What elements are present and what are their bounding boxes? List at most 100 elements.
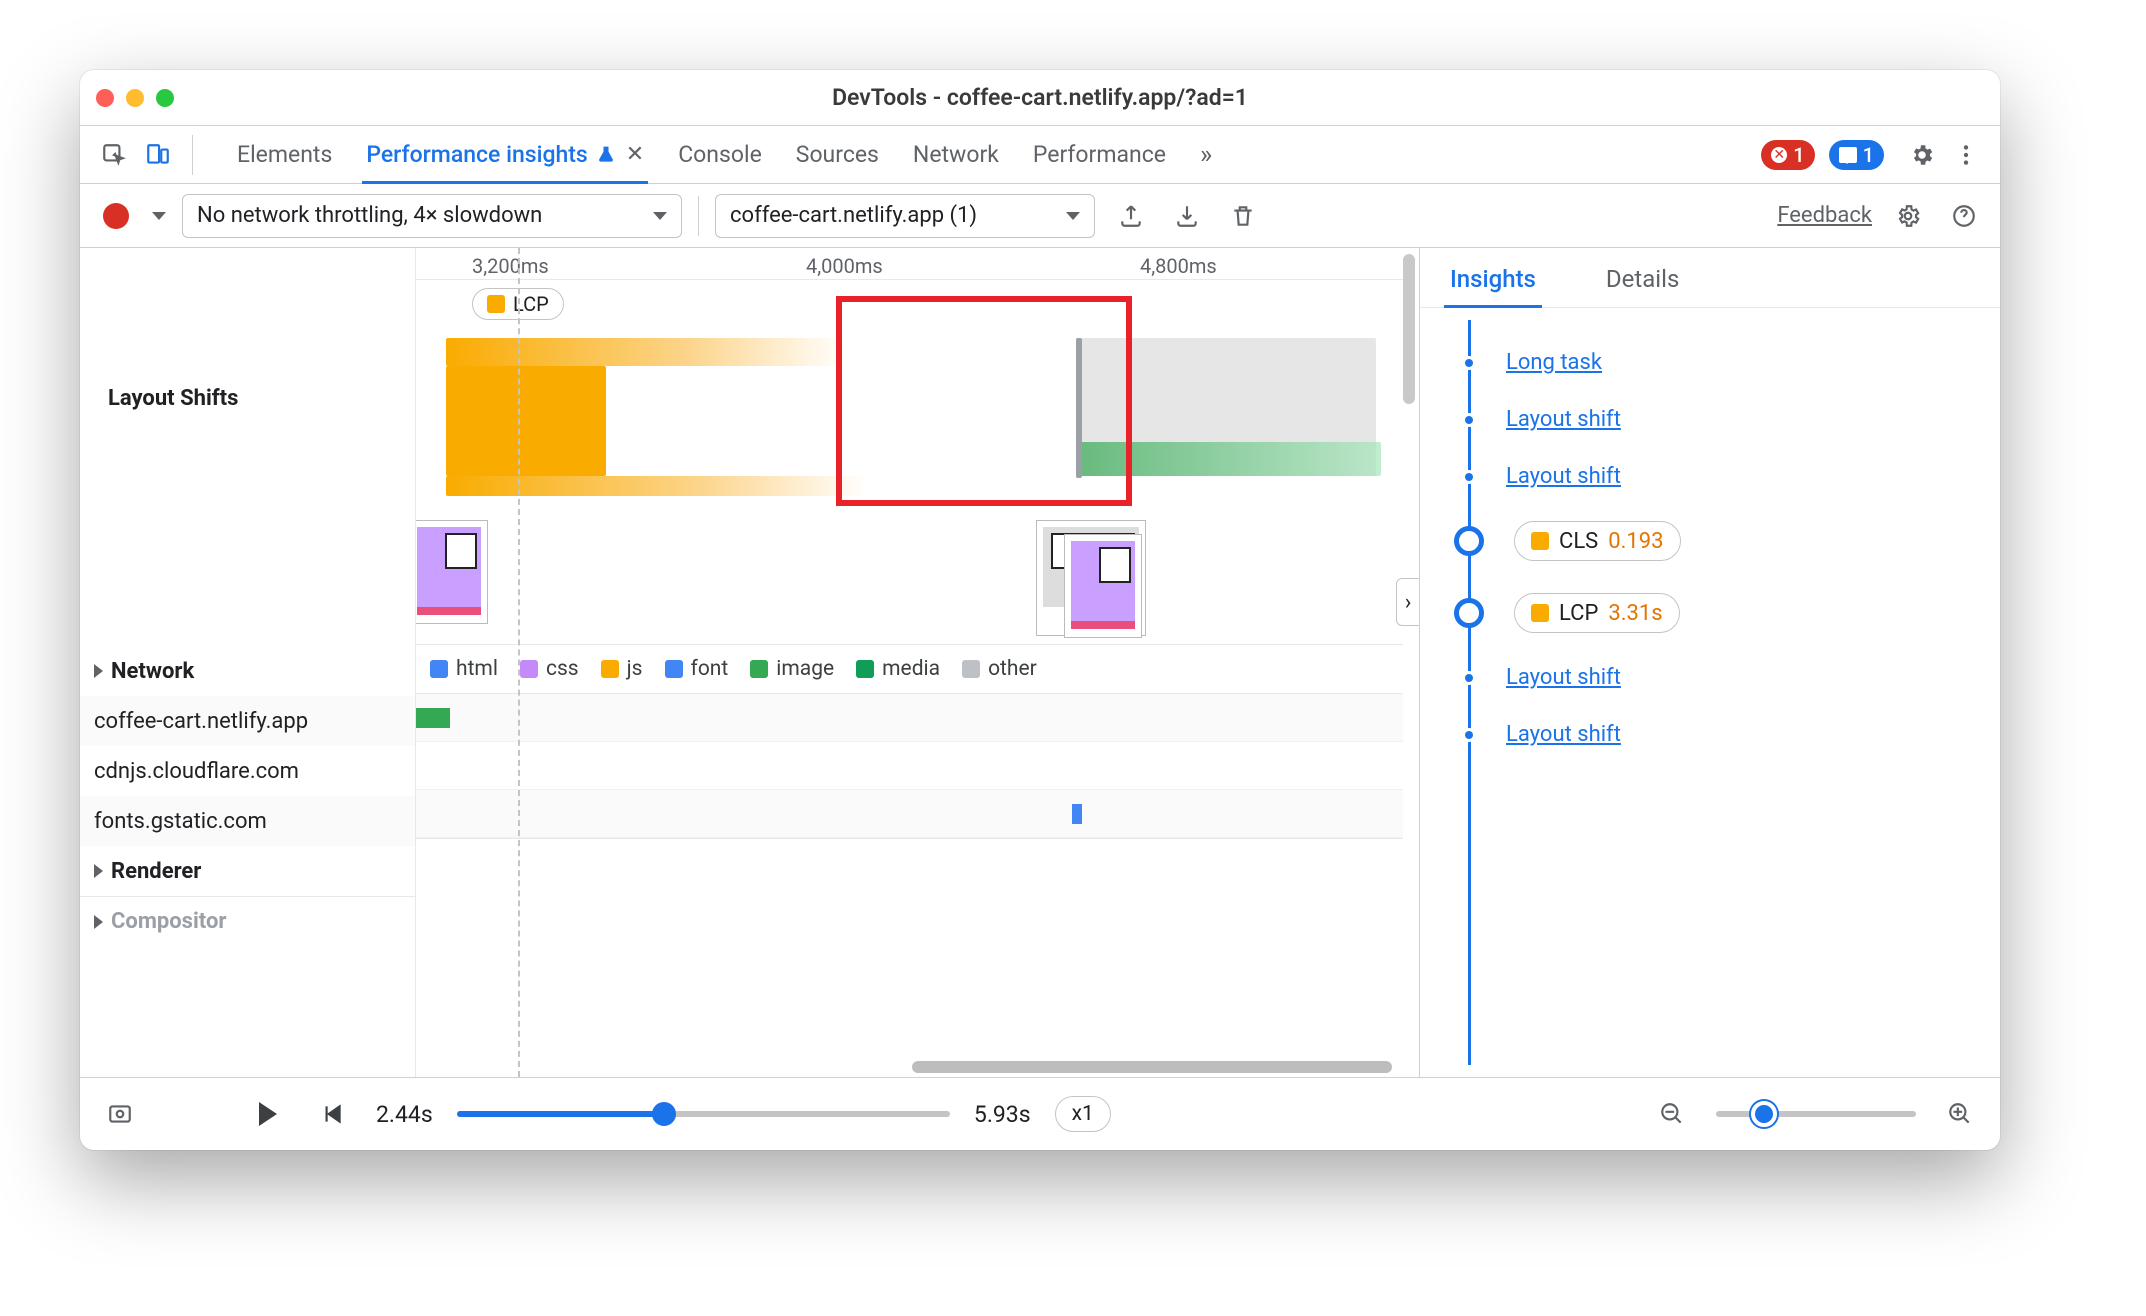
- zoom-out-icon[interactable]: [1652, 1094, 1692, 1134]
- panel-settings-icon[interactable]: [1888, 196, 1928, 236]
- screenshot-thumbnail[interactable]: [1064, 534, 1142, 638]
- inspect-element-icon[interactable]: [94, 135, 134, 175]
- horizontal-scrollbar[interactable]: [752, 1057, 1387, 1077]
- swatch-icon: [520, 660, 538, 678]
- expand-icon: [94, 664, 103, 678]
- delete-icon[interactable]: [1223, 196, 1263, 236]
- network-row[interactable]: [416, 790, 1403, 838]
- highlight-box: [836, 296, 1132, 506]
- lcp-chip[interactable]: LCP 3.31s: [1514, 593, 1680, 633]
- swatch-icon: [962, 660, 980, 678]
- swatch-icon: [750, 660, 768, 678]
- play-icon: [259, 1102, 277, 1126]
- play-button[interactable]: [248, 1094, 288, 1134]
- speed-value: x1: [1072, 1102, 1094, 1126]
- help-icon[interactable]: [1944, 196, 1984, 236]
- tab-insights[interactable]: Insights: [1450, 265, 1536, 307]
- more-tabs-icon[interactable]: »: [1200, 140, 1212, 170]
- zoom-thumb[interactable]: [1751, 1101, 1777, 1127]
- throttling-value: No network throttling, 4× slowdown: [197, 203, 542, 228]
- insight-layout-shift[interactable]: Layout shift: [1506, 464, 1621, 489]
- message-badge[interactable]: 1: [1829, 140, 1884, 170]
- recording-value: coffee-cart.netlify.app (1): [730, 203, 977, 228]
- zoom-in-icon[interactable]: [1940, 1094, 1980, 1134]
- panel-tabs-row: Elements Performance insights ✕ Console …: [80, 126, 2000, 184]
- vertical-scrollbar[interactable]: [1403, 254, 1415, 404]
- throttling-select[interactable]: No network throttling, 4× slowdown: [182, 194, 682, 238]
- cls-chip[interactable]: CLS 0.193: [1514, 521, 1681, 561]
- sidepanel-toggle[interactable]: ›: [1396, 578, 1419, 626]
- track-label-column: Layout Shifts Network coffee-cart.netlif…: [80, 248, 416, 1077]
- network-host-2[interactable]: fonts.gstatic.com: [80, 796, 415, 846]
- import-icon[interactable]: [1167, 196, 1207, 236]
- ruler-tick: 4,000ms: [806, 254, 883, 278]
- chevron-down-icon: [653, 212, 667, 220]
- request-bar[interactable]: [410, 708, 450, 728]
- insight-layout-shift[interactable]: Layout shift: [1506, 665, 1621, 690]
- swatch-icon: [665, 660, 683, 678]
- network-host-1[interactable]: cdnjs.cloudflare.com: [80, 746, 415, 796]
- slider-thumb[interactable]: [652, 1102, 676, 1126]
- insights-tabs: Insights Details: [1420, 248, 2000, 308]
- tab-sources[interactable]: Sources: [796, 126, 879, 183]
- expand-icon: [94, 915, 103, 929]
- playback-slider[interactable]: [457, 1111, 950, 1117]
- tab-elements[interactable]: Elements: [237, 126, 332, 183]
- timeline[interactable]: › Layout Shifts Network coffee-cart.netl…: [80, 248, 1419, 1077]
- swatch-icon: [856, 660, 874, 678]
- chevron-down-icon: [1066, 212, 1080, 220]
- divider: [192, 135, 193, 175]
- record-button[interactable]: [96, 196, 136, 236]
- timing-bar[interactable]: [446, 366, 606, 476]
- tab-console[interactable]: Console: [678, 126, 762, 183]
- network-host-0[interactable]: coffee-cart.netlify.app: [80, 696, 415, 746]
- insight-layout-shift[interactable]: Layout shift: [1506, 722, 1621, 747]
- screenshot-thumbnail[interactable]: [410, 520, 488, 624]
- renderer-section-label[interactable]: Renderer: [80, 846, 415, 896]
- record-dropdown-icon[interactable]: [152, 212, 166, 220]
- expand-icon: [94, 864, 103, 878]
- tab-details[interactable]: Details: [1606, 265, 1679, 307]
- insight-long-task[interactable]: Long task: [1506, 350, 1602, 375]
- close-tab-icon[interactable]: ✕: [626, 142, 644, 167]
- timeline-pane: › Layout Shifts Network coffee-cart.netl…: [80, 248, 1420, 1077]
- compositor-section-label[interactable]: Compositor: [80, 896, 415, 946]
- recording-select[interactable]: coffee-cart.netlify.app (1): [715, 194, 1095, 238]
- scrollbar-thumb[interactable]: [912, 1061, 1392, 1073]
- export-icon[interactable]: [1111, 196, 1151, 236]
- error-badge[interactable]: 1: [1761, 140, 1814, 170]
- timing-bar[interactable]: [446, 338, 846, 366]
- timeline-tracks[interactable]: 3,200ms 4,000ms 4,800ms LCP: [416, 248, 1403, 1077]
- time-end: 5.93s: [974, 1101, 1031, 1128]
- request-bar[interactable]: [1072, 804, 1082, 824]
- swatch-icon: [430, 660, 448, 678]
- panel-tabs: Elements Performance insights ✕ Console …: [237, 126, 1212, 183]
- tab-performance[interactable]: Performance: [1033, 126, 1166, 183]
- settings-icon[interactable]: [1902, 135, 1942, 175]
- device-toolbar-icon[interactable]: [138, 135, 178, 175]
- network-row[interactable]: [416, 694, 1403, 742]
- message-count: 1: [1863, 143, 1874, 167]
- devtools-window: DevTools - coffee-cart.netlify.app/?ad=1…: [80, 70, 2000, 1150]
- tab-performance-insights[interactable]: Performance insights ✕: [366, 126, 644, 183]
- zoom-slider[interactable]: [1716, 1111, 1916, 1117]
- message-icon: [1839, 147, 1857, 163]
- insights-list[interactable]: Long task Layout shift Layout shift CLS …: [1420, 308, 2000, 1077]
- network-row[interactable]: [416, 742, 1403, 790]
- time-ruler: 3,200ms 4,000ms 4,800ms: [416, 248, 1403, 280]
- skip-start-button[interactable]: [312, 1094, 352, 1134]
- tab-network[interactable]: Network: [913, 126, 999, 183]
- preview-toggle-icon[interactable]: [100, 1094, 140, 1134]
- record-icon: [103, 203, 129, 229]
- speed-chip[interactable]: x1: [1055, 1096, 1111, 1132]
- kebab-menu-icon[interactable]: [1946, 135, 1986, 175]
- swatch-icon: [1531, 532, 1549, 550]
- feedback-link[interactable]: Feedback: [1777, 203, 1872, 228]
- tab-label: Performance insights: [366, 141, 587, 168]
- network-section-label[interactable]: Network: [80, 646, 415, 696]
- renderer-row[interactable]: [416, 838, 1403, 888]
- slider-fill: [457, 1111, 664, 1117]
- insight-marker: [1454, 598, 1484, 628]
- timing-bar[interactable]: [446, 476, 866, 496]
- insight-layout-shift[interactable]: Layout shift: [1506, 407, 1621, 432]
